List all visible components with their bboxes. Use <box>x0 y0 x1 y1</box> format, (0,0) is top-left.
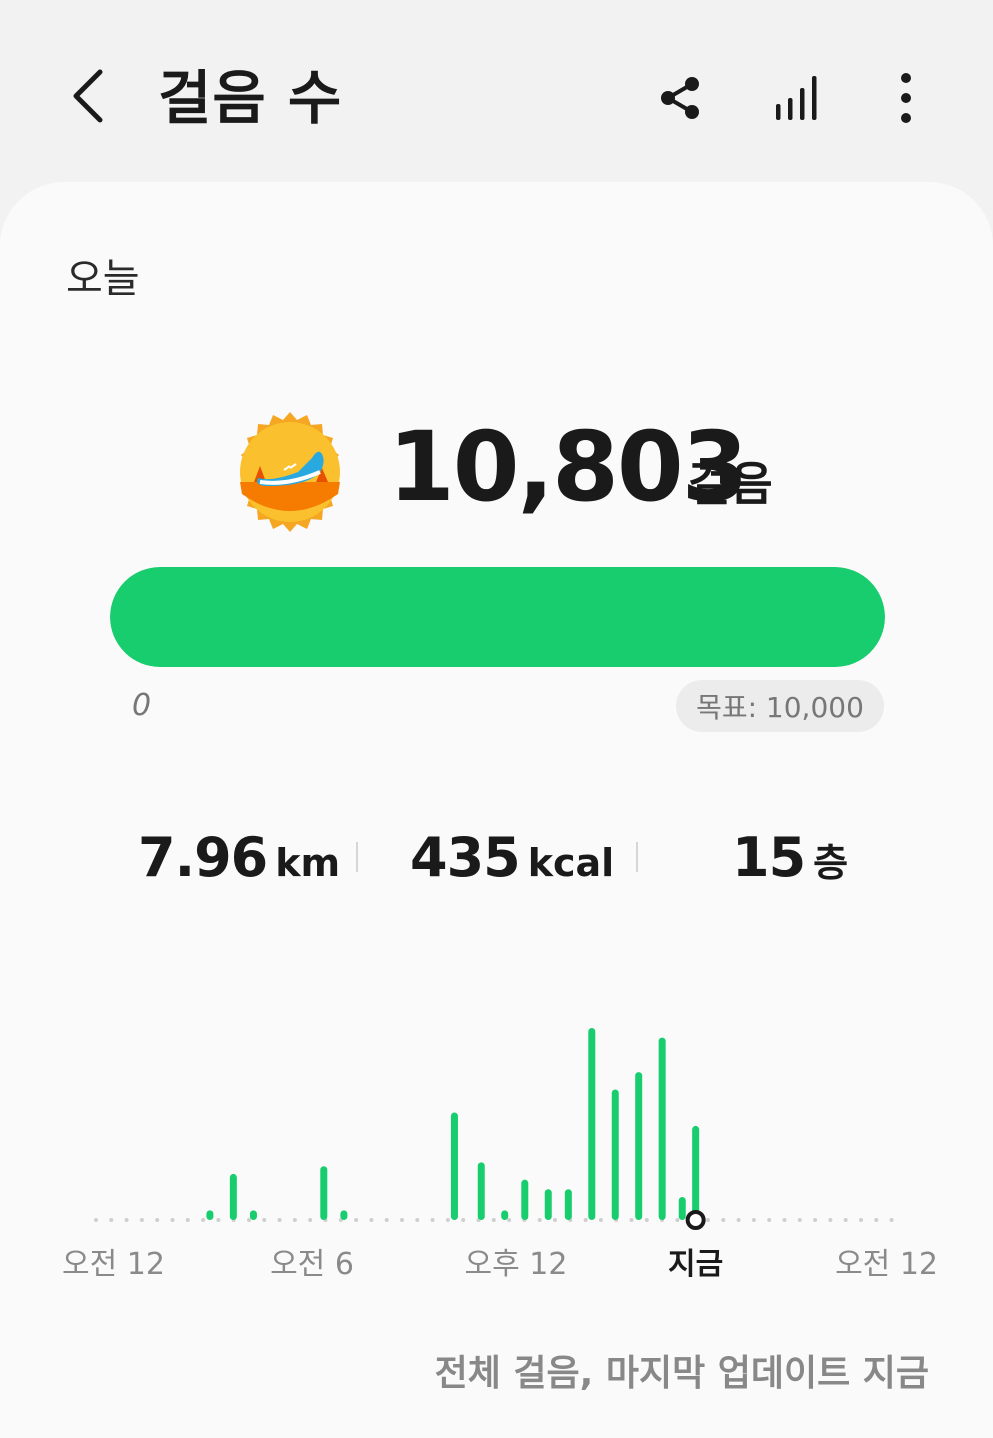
baseline-dot <box>445 1218 450 1222</box>
baseline-dot <box>262 1218 267 1222</box>
back-chevron-icon <box>73 69 103 123</box>
hourly-bar <box>658 1037 666 1220</box>
baseline-dot <box>247 1218 251 1222</box>
x-axis-label: 오전 6 <box>270 1247 354 1282</box>
share-icon <box>661 77 699 119</box>
baseline-dot <box>369 1218 374 1222</box>
baseline-dot <box>491 1218 496 1222</box>
hourly-bar <box>477 1162 485 1220</box>
distance-metric: 7.96 km <box>138 826 340 896</box>
update-footnote: 전체 걸음, 마지막 업데이트 지금 <box>434 1353 929 1394</box>
hourly-bar <box>588 1028 596 1220</box>
distance-value: 7.96 <box>138 826 268 889</box>
baseline-dot <box>782 1218 787 1222</box>
baseline-dot <box>828 1218 833 1222</box>
step-unit: 걸음 <box>688 457 773 511</box>
baseline-dot <box>843 1218 848 1222</box>
hourly-bar <box>692 1125 700 1220</box>
baseline-dot <box>155 1218 160 1222</box>
baseline-dot <box>216 1218 221 1222</box>
baseline-dot <box>629 1218 634 1222</box>
goal-button[interactable]: 목표: 10,000 <box>676 680 884 732</box>
baseline-dot <box>553 1218 557 1222</box>
baseline-dot <box>461 1218 466 1222</box>
distance-unit: km <box>275 841 341 885</box>
baseline-dot <box>400 1218 404 1222</box>
hourly-bar <box>249 1210 257 1220</box>
baseline-dot <box>736 1218 741 1222</box>
baseline-dot <box>139 1218 144 1222</box>
hourly-steps-chart[interactable]: 오전 12 오전 6 오후 12 지금 오전 12 <box>0 990 993 1310</box>
x-label-now: 지금 <box>668 1247 723 1282</box>
baseline-dot <box>644 1218 649 1222</box>
step-progress-bar <box>110 567 885 667</box>
hourly-bar <box>229 1173 237 1220</box>
baseline-dot <box>721 1218 726 1222</box>
baseline-dot <box>94 1218 98 1222</box>
baseline-dot <box>767 1218 772 1222</box>
calories-value: 435 <box>410 826 521 889</box>
metric-divider <box>356 842 358 872</box>
hourly-bar <box>521 1179 529 1220</box>
hourly-bar <box>320 1166 328 1220</box>
baseline-dot <box>430 1218 435 1222</box>
baseline-dot <box>201 1218 206 1222</box>
calories-metric: 435 kcal <box>410 826 614 896</box>
trends-button[interactable] <box>762 62 834 134</box>
app-bar: 걸음 수 <box>0 0 993 180</box>
metric-divider <box>636 842 638 872</box>
baseline-dot <box>109 1218 114 1222</box>
baseline-dot <box>859 1218 863 1222</box>
hourly-bar <box>340 1210 348 1220</box>
page-title: 걸음 수 <box>158 64 343 132</box>
baseline-dot <box>170 1218 175 1222</box>
baseline-dot <box>384 1218 389 1222</box>
current-time-marker <box>685 1210 706 1230</box>
x-axis-label: 오후 12 <box>465 1247 568 1282</box>
x-axis-label: 오전 12 <box>835 1247 938 1282</box>
share-button[interactable] <box>644 62 716 134</box>
goal-label: 목표: 10,000 <box>696 691 864 724</box>
baseline-dot <box>507 1218 512 1222</box>
baseline-dot <box>675 1218 680 1222</box>
baseline-dot <box>308 1218 313 1222</box>
more-options-button[interactable] <box>870 62 942 134</box>
hourly-bar <box>450 1112 458 1220</box>
calories-unit: kcal <box>527 841 615 885</box>
baseline-dot <box>583 1218 588 1222</box>
floors-metric: 15 층 <box>732 826 848 896</box>
floors-value: 15 <box>732 826 806 889</box>
baseline-dot <box>889 1218 894 1222</box>
baseline-dot <box>537 1218 542 1222</box>
bar-chart-icon <box>776 76 817 120</box>
hourly-bar <box>635 1072 643 1220</box>
hourly-bar <box>501 1210 509 1220</box>
period-label: 오늘 <box>66 256 140 302</box>
hourly-bar <box>678 1196 686 1220</box>
back-button[interactable] <box>56 58 120 134</box>
baseline-dot <box>185 1218 190 1222</box>
floors-unit: 층 <box>813 841 849 885</box>
hourly-bar <box>611 1089 619 1220</box>
hourly-bar <box>206 1210 214 1220</box>
baseline-dot <box>354 1218 359 1222</box>
baseline-dot <box>797 1218 802 1222</box>
x-axis-label: 오전 12 <box>62 1247 165 1282</box>
step-progress-fill <box>110 567 885 667</box>
baseline-dot <box>124 1218 129 1222</box>
baseline-dot <box>415 1218 420 1222</box>
hourly-bar <box>544 1189 552 1220</box>
baseline-dot <box>292 1218 297 1222</box>
more-vertical-icon <box>901 73 911 123</box>
goal-achieved-shoe-badge-icon <box>240 412 340 532</box>
baseline-dot <box>874 1218 879 1222</box>
baseline-dot <box>598 1218 603 1222</box>
baseline-dot <box>813 1218 818 1222</box>
progress-min-label: 0 <box>132 688 152 723</box>
baseline-dot <box>751 1218 756 1222</box>
baseline-dot <box>706 1218 710 1222</box>
hourly-bar <box>564 1189 572 1220</box>
baseline-dot <box>277 1218 282 1222</box>
